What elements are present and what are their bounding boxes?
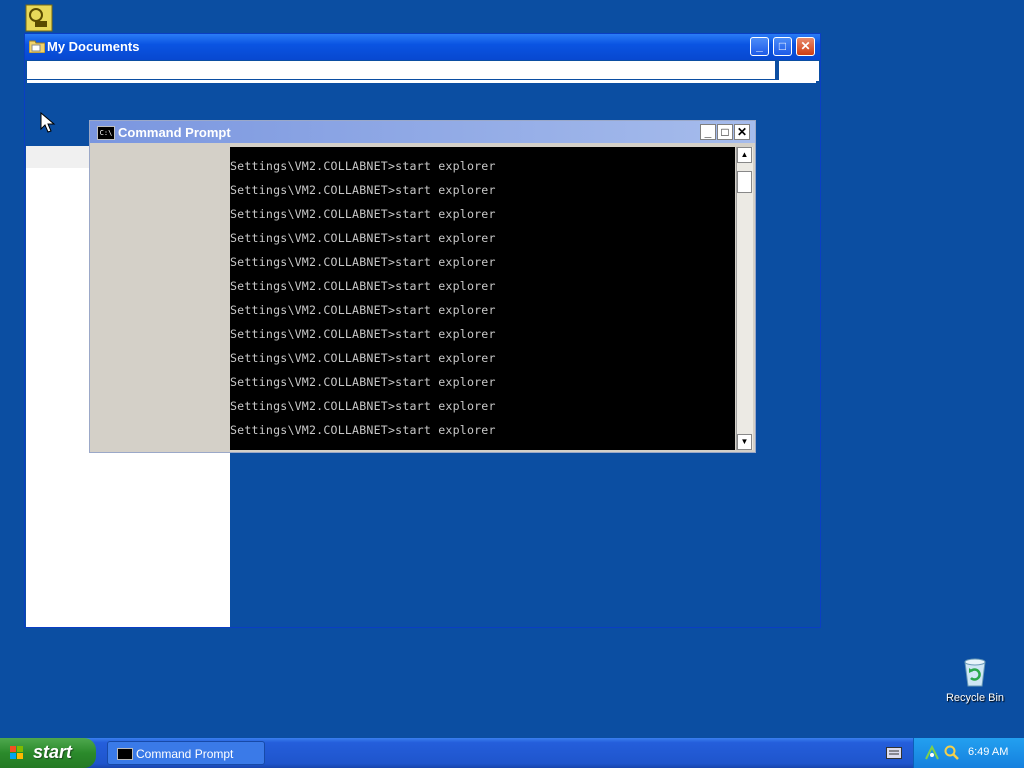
taskbar-button-command-prompt[interactable]: Command Prompt: [107, 741, 265, 765]
scroll-up-arrow-icon[interactable]: ▲: [737, 147, 752, 163]
scroll-thumb[interactable]: [737, 171, 752, 193]
maximize-button[interactable]: □: [773, 37, 792, 56]
console-line: Settings\VM2.COLLABNET>start explorer: [230, 279, 496, 293]
clock[interactable]: 6:49 AM: [968, 746, 1008, 758]
recycle-bin-icon: [964, 658, 986, 687]
console-line: Settings\VM2.COLLABNET>start explorer: [230, 327, 496, 341]
recycle-bin-desktop-icon[interactable]: Recycle Bin: [940, 656, 1010, 710]
console-line: Settings\VM2.COLLABNET>start explorer: [230, 423, 496, 437]
close-button[interactable]: ✕: [734, 124, 750, 140]
minimize-button[interactable]: _: [750, 37, 769, 56]
console-line: Settings\VM2.COLLABNET>start explorer: [230, 159, 496, 173]
my-documents-titlebar[interactable]: My Documents _ □ ✕: [25, 34, 820, 60]
outlook-desktop-icon[interactable]: [24, 4, 54, 32]
console-scrollbar[interactable]: ▲ ▼: [736, 147, 753, 450]
taskbar-button-label: Command Prompt: [136, 747, 234, 761]
close-button[interactable]: ✕: [796, 37, 815, 56]
console-line: Settings\VM2.COLLABNET>start explorer: [230, 375, 496, 389]
menu-bar: [27, 61, 775, 79]
windows-logo-icon: [10, 746, 23, 759]
command-prompt-window[interactable]: C:\ Command Prompt _ □ ✕ Settings\VM2.CO…: [89, 120, 756, 453]
maximize-button[interactable]: □: [717, 124, 733, 140]
keyboard-icon[interactable]: [886, 747, 902, 759]
folder-icon: [29, 40, 45, 53]
console-line: Settings\VM2.COLLABNET>start explorer: [230, 399, 496, 413]
command-prompt-titlebar[interactable]: C:\ Command Prompt _ □ ✕: [90, 121, 755, 143]
console-line: Settings\VM2.COLLABNET>start explorer: [230, 183, 496, 197]
outlook-icon: [25, 4, 53, 32]
minimize-button[interactable]: _: [700, 124, 716, 140]
console-output[interactable]: Settings\VM2.COLLABNET>start explorer Se…: [230, 147, 735, 450]
command-prompt-icon: C:\: [97, 126, 115, 140]
my-documents-title: My Documents: [47, 39, 140, 54]
start-button[interactable]: start: [0, 738, 96, 768]
taskbar: start Command Prompt 6:49 AM: [0, 738, 1024, 768]
mouse-cursor-icon: [40, 112, 56, 133]
recycle-bin-label: Recycle Bin: [945, 692, 1005, 704]
start-label: start: [33, 742, 73, 762]
search-icon[interactable]: [944, 745, 960, 761]
toolbar-divider: [27, 80, 816, 83]
toolbar-fragment: [779, 61, 819, 81]
console-line: Settings\VM2.COLLABNET>start explorer: [230, 303, 496, 317]
console-line: Settings\VM2.COLLABNET>start explorer: [230, 231, 496, 245]
console-line: Settings\VM2.COLLABNET>start explorer: [230, 207, 496, 221]
command-prompt-title: Command Prompt: [118, 125, 231, 140]
command-prompt-icon: [117, 748, 133, 760]
scroll-down-arrow-icon[interactable]: ▼: [737, 434, 752, 450]
system-tray: 6:49 AM: [913, 738, 1024, 768]
network-icon[interactable]: [924, 745, 940, 761]
console-line: Settings\VM2.COLLABNET>start explorer: [230, 255, 496, 269]
console-line: Settings\VM2.COLLABNET>start explorer: [230, 351, 496, 365]
